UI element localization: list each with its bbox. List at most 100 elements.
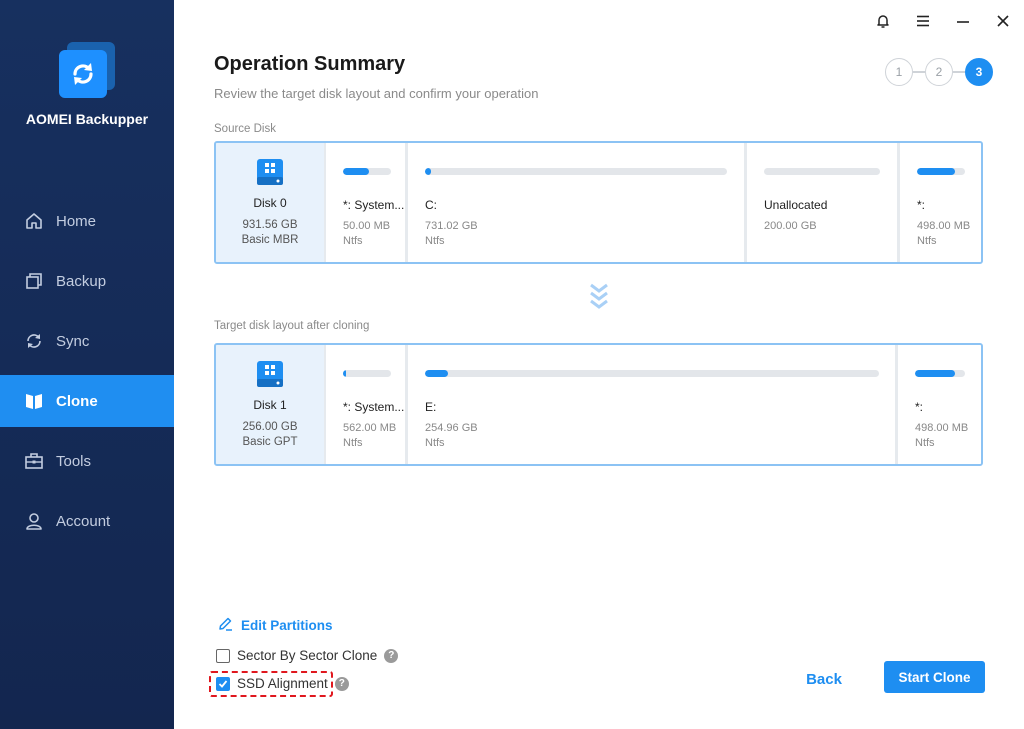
ssd-alignment-label[interactable]: SSD Alignment	[237, 676, 328, 691]
partition-size: 731.02 GB	[425, 220, 478, 232]
checkmark-icon	[218, 679, 228, 688]
partition-size: 254.96 GB	[425, 422, 478, 434]
partition-fs: Ntfs	[425, 235, 445, 247]
usage-bar-fill	[917, 168, 956, 175]
usage-bar	[425, 168, 727, 175]
clone-icon	[23, 390, 45, 412]
usage-bar	[917, 168, 965, 175]
source-disk-header: Disk 0 931.56 GB Basic MBR	[216, 143, 324, 262]
help-icon[interactable]: ?	[334, 676, 349, 691]
usage-bar	[425, 370, 879, 377]
disk-type: Basic GPT	[242, 436, 298, 448]
disk-size: 931.56 GB	[242, 219, 298, 231]
partition-e[interactable]: E: 254.96 GB Ntfs	[408, 345, 895, 464]
sidebar-item-label: Home	[56, 212, 97, 230]
target-disk-header: Disk 1 256.00 GB Basic GPT	[216, 345, 324, 464]
step-3: 3	[965, 58, 993, 86]
start-clone-button[interactable]: Start Clone	[884, 661, 985, 693]
sector-by-sector-option: Sector By Sector Clone ?	[216, 648, 399, 663]
disk-icon	[255, 360, 285, 393]
minimize-icon[interactable]	[952, 10, 974, 32]
sidebar-item-label: Account	[56, 512, 111, 530]
partition-c[interactable]: C: 731.02 GB Ntfs	[408, 143, 744, 262]
partition-size: 562.00 MB	[343, 422, 397, 434]
step-indicator: 1 2 3	[885, 58, 993, 86]
edit-partitions-link[interactable]: Edit Partitions	[218, 616, 333, 634]
sector-by-sector-checkbox[interactable]	[216, 648, 230, 663]
ssd-alignment-checkbox[interactable]	[216, 676, 230, 691]
step-connector	[913, 71, 925, 73]
sidebar-item-clone[interactable]: Clone	[0, 375, 174, 427]
sidebar-item-label: Backup	[56, 272, 107, 290]
disk-type: Basic MBR	[241, 234, 299, 246]
sidebar-item-account[interactable]: Account	[0, 495, 174, 547]
disk-name: Disk 0	[253, 196, 287, 210]
partition-name: *:	[917, 198, 926, 212]
disk-size: 256.00 GB	[242, 421, 298, 433]
pencil-icon	[218, 616, 233, 634]
step-2: 2	[925, 58, 953, 86]
app-logo-icon	[59, 42, 115, 98]
menu-icon[interactable]	[912, 10, 934, 32]
edit-partitions-label: Edit Partitions	[241, 617, 333, 633]
app-name: AOMEI Backupper	[25, 111, 149, 127]
source-disk-panel[interactable]: Disk 0 931.56 GB Basic MBR *: System... …	[214, 141, 983, 264]
partition-recovery[interactable]: *: 498.00 MB Ntfs	[898, 345, 981, 464]
bell-icon[interactable]	[872, 10, 894, 32]
sidebar-item-backup[interactable]: Backup	[0, 255, 174, 307]
back-button[interactable]: Back	[790, 665, 858, 693]
sidebar: AOMEI Backupper Home Backup Sync Clone T…	[0, 0, 174, 729]
usage-bar-fill	[425, 370, 448, 377]
partition-unallocated[interactable]: Unallocated 200.00 GB	[747, 143, 897, 262]
usage-bar	[343, 370, 391, 377]
partition-name: Unallocated	[764, 198, 828, 212]
sidebar-item-label: Tools	[56, 452, 92, 470]
page-subtitle: Review the target disk layout and confir…	[214, 86, 539, 101]
disk-name: Disk 1	[253, 398, 287, 412]
target-disk-label: Target disk layout after cloning	[214, 320, 370, 332]
usage-bar-fill	[343, 168, 370, 175]
close-icon[interactable]	[992, 10, 1014, 32]
usage-bar	[343, 168, 391, 175]
help-icon[interactable]: ?	[384, 648, 399, 663]
partition-fs: Ntfs	[425, 437, 445, 449]
sidebar-item-home[interactable]: Home	[0, 195, 174, 247]
sync-icon	[23, 330, 45, 352]
chevron-down-icon	[588, 282, 610, 317]
usage-bar-fill	[915, 370, 955, 377]
usage-bar	[915, 370, 965, 377]
sector-by-sector-label[interactable]: Sector By Sector Clone	[237, 648, 377, 663]
partition-name: *:	[915, 400, 924, 414]
home-icon	[23, 210, 45, 232]
partition-size: 50.00 MB	[343, 220, 391, 232]
usage-bar	[764, 168, 880, 175]
target-disk-panel[interactable]: Disk 1 256.00 GB Basic GPT *: System... …	[214, 343, 983, 466]
partition-fs: Ntfs	[917, 235, 937, 247]
backup-icon	[23, 270, 45, 292]
sidebar-item-label: Sync	[56, 332, 90, 350]
partition-size: 200.00 GB	[764, 220, 817, 232]
partition-name: C:	[425, 198, 437, 212]
partition-system[interactable]: *: System... 562.00 MB Ntfs	[326, 345, 405, 464]
partition-recovery[interactable]: *: 498.00 MB Ntfs	[900, 143, 981, 262]
partition-size: 498.00 MB	[915, 422, 969, 434]
partition-name: *: System...	[343, 198, 405, 212]
partition-system[interactable]: *: System... 50.00 MB Ntfs	[326, 143, 405, 262]
usage-bar-fill	[425, 168, 432, 175]
partition-fs: Ntfs	[915, 437, 935, 449]
partition-size: 498.00 MB	[917, 220, 971, 232]
partition-fs: Ntfs	[343, 437, 363, 449]
sidebar-item-label: Clone	[56, 392, 98, 410]
partition-fs: Ntfs	[343, 235, 363, 247]
step-connector	[953, 71, 965, 73]
step-1: 1	[885, 58, 913, 86]
disk-icon	[255, 158, 285, 191]
partition-name: *: System...	[343, 400, 405, 414]
usage-bar-fill	[343, 370, 346, 377]
source-disk-label: Source Disk	[214, 123, 276, 135]
sidebar-item-sync[interactable]: Sync	[0, 315, 174, 367]
ssd-alignment-option: SSD Alignment ?	[216, 676, 349, 691]
sidebar-item-tools[interactable]: Tools	[0, 435, 174, 487]
account-icon	[23, 510, 45, 532]
partition-name: E:	[425, 400, 437, 414]
